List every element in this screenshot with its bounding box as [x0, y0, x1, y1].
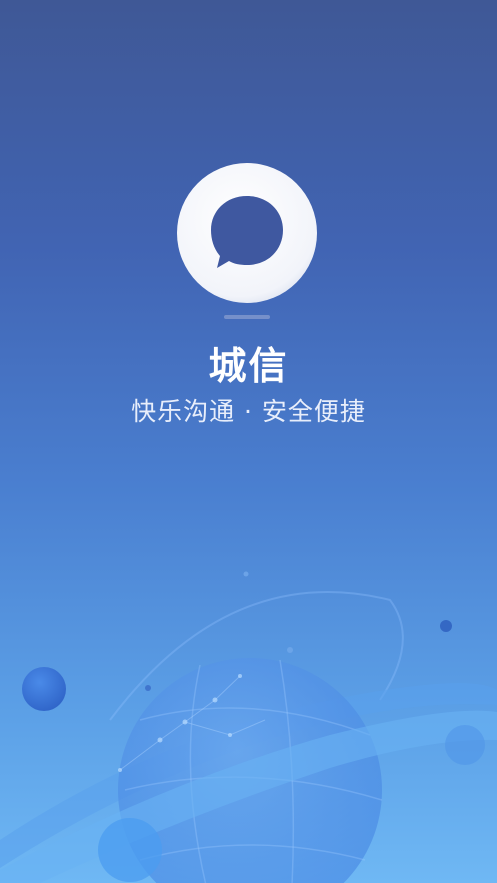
right-moon [445, 725, 485, 765]
app-title: 城信 [208, 344, 289, 388]
left-moon [22, 667, 66, 711]
tiny-dot-left [145, 685, 151, 691]
tiny-dot-top [243, 571, 249, 577]
chat-bubble-ring-logo [177, 163, 317, 303]
bottom-moon [98, 818, 162, 882]
planet-illustration [0, 571, 497, 883]
splash-screen: 城信 快乐沟通 · 安全便捷 [0, 0, 497, 883]
tiny-dot-mid [287, 647, 293, 653]
tiny-dot-right [440, 620, 452, 632]
logo-divider [224, 315, 270, 319]
app-tagline: 快乐沟通 · 安全便捷 [131, 397, 366, 426]
